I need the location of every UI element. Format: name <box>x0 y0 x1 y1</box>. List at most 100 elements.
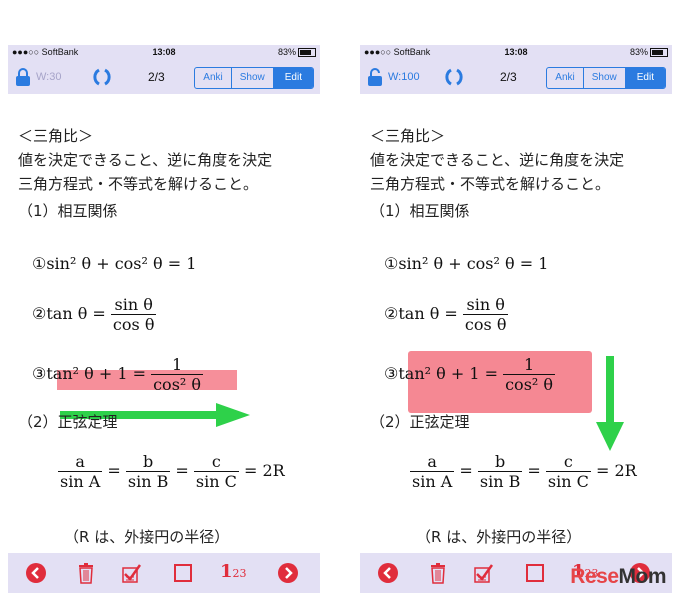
sine-law-fraction-a: a sin A <box>410 452 455 491</box>
text-line-1: 値を決定できること、逆に角度を決定 <box>370 151 625 169</box>
mode-segmented-control: Anki Show Edit <box>194 67 314 89</box>
sine-law-sinC: sin C <box>195 472 237 491</box>
formula-1: ①sin² θ + cos² θ = 1 <box>32 254 196 273</box>
battery-percent: 83% <box>629 47 648 57</box>
top-toolbar: W:30 2/3 Anki Show Edit <box>8 60 320 94</box>
right-screenshot: ●●●○○ SoftBank 13:08 83% W:100 2/3 Anki … <box>360 45 672 593</box>
show-segment[interactable]: Show <box>232 68 274 88</box>
formula-3-fraction: 1 cos² θ <box>503 355 556 394</box>
sine-law-fraction-b: b sin B <box>477 452 523 491</box>
formula-1-text: sin² θ + cos² θ = 1 <box>398 254 549 273</box>
sine-law-b: b <box>477 452 523 472</box>
sine-law-rhs: = 2R <box>243 461 285 480</box>
formula-2-lhs: tan θ = <box>398 304 458 323</box>
unlock-icon[interactable] <box>366 68 384 86</box>
show-segment[interactable]: Show <box>584 68 626 88</box>
clock: 13:08 <box>504 47 528 57</box>
heading: ＜三角比＞ <box>370 127 446 145</box>
battery-indicator: 83% <box>629 47 668 58</box>
numbering-icon[interactable]: 123 <box>220 561 247 582</box>
formula-3: ③tan² θ + 1 = 1 cos² θ <box>32 355 204 394</box>
anki-segment[interactable]: Anki <box>547 68 584 88</box>
checkbox-icon[interactable] <box>172 562 194 584</box>
formula-2: ②tan θ = sin θ cos θ <box>32 295 157 334</box>
anki-segment[interactable]: Anki <box>195 68 232 88</box>
formula-2-fraction: sin θ cos θ <box>110 295 157 334</box>
mode-segmented-control: Anki Show Edit <box>546 67 666 89</box>
text-line-1: 値を決定できること、逆に角度を決定 <box>18 151 273 169</box>
sine-law-a: a <box>58 452 103 472</box>
sync-icon[interactable] <box>92 67 112 87</box>
trash-icon[interactable] <box>75 562 97 584</box>
trash-icon[interactable] <box>427 562 449 584</box>
formula-2-denominator: cos θ <box>464 315 507 334</box>
swipe-down-arrow-icon <box>596 356 624 451</box>
sine-law-c: c <box>545 452 591 472</box>
formula-2-numerator: sin θ <box>462 295 509 315</box>
sine-law: a sin A = b sin B = c sin C = 2R <box>410 452 637 491</box>
sine-law-fraction-a: a sin A <box>58 452 103 491</box>
left-screenshot: ●●●○○ SoftBank 13:08 83% W:30 2/3 Anki S… <box>8 45 320 593</box>
note-text: （R は、外接円の半径） <box>416 528 582 546</box>
section-title-1: （1）相互関係 <box>18 202 118 220</box>
resemom-logo: ReseMom <box>570 565 666 589</box>
formula-2-fraction: sin θ cos θ <box>462 295 509 334</box>
heading: ＜三角比＞ <box>18 127 94 145</box>
sine-law-sinB: sin B <box>479 472 521 491</box>
lock-icon[interactable] <box>14 68 32 86</box>
checkbox-icon[interactable] <box>524 562 546 584</box>
word-count: W:100 <box>388 71 420 83</box>
note-content: ＜三角比＞ 値を決定できること、逆に角度を決定 三角方程式・不等式を解けること。… <box>8 94 320 553</box>
text-line-2: 三角方程式・不等式を解けること。 <box>18 175 259 193</box>
formula-2-mark: ② <box>32 304 47 323</box>
formula-1: ①sin² θ + cos² θ = 1 <box>384 254 548 273</box>
formula-1-mark: ① <box>32 254 47 273</box>
section-title-2: （2）正弦定理 <box>18 413 118 431</box>
sine-law-fraction-c: c sin C <box>545 452 591 491</box>
checklist-icon[interactable] <box>473 562 495 584</box>
formula-3: ③tan² θ + 1 = 1 cos² θ <box>384 355 556 394</box>
bottom-toolbar: 123 <box>8 553 320 593</box>
battery-indicator: 83% <box>277 47 316 58</box>
formula-3-numerator: 1 <box>151 355 204 375</box>
formula-3-denominator: cos² θ <box>153 375 202 394</box>
section-title-1: （1）相互関係 <box>370 202 470 220</box>
edit-segment[interactable]: Edit <box>625 68 665 88</box>
formula-2-numerator: sin θ <box>110 295 157 315</box>
forward-icon[interactable] <box>277 562 299 584</box>
formula-3-mark: ③ <box>32 364 47 383</box>
page-indicator: 2/3 <box>148 70 165 84</box>
formula-2-mark: ② <box>384 304 399 323</box>
sine-law-sinB: sin B <box>127 472 169 491</box>
checklist-icon[interactable] <box>121 562 143 584</box>
sync-icon[interactable] <box>444 67 464 87</box>
logo-part2: Mom <box>618 565 667 588</box>
back-icon[interactable] <box>377 562 399 584</box>
section-title-2: （2）正弦定理 <box>370 413 470 431</box>
status-bar: ●●●○○ SoftBank 13:08 83% <box>360 45 672 60</box>
sine-law-b: b <box>125 452 171 472</box>
counter-sub: 23 <box>232 567 247 580</box>
formula-1-text: sin² θ + cos² θ = 1 <box>46 254 197 273</box>
text-line-2: 三角方程式・不等式を解けること。 <box>370 175 611 193</box>
formula-3-numerator: 1 <box>503 355 556 375</box>
sine-law-rhs: = 2R <box>595 461 637 480</box>
page-indicator: 2/3 <box>500 70 517 84</box>
back-icon[interactable] <box>25 562 47 584</box>
logo-part1: Rese <box>570 565 619 588</box>
formula-3-lhs: tan² θ + 1 = <box>46 364 146 383</box>
top-toolbar: W:100 2/3 Anki Show Edit <box>360 60 672 94</box>
sine-law: a sin A = b sin B = c sin C = 2R <box>58 452 285 491</box>
status-bar: ●●●○○ SoftBank 13:08 83% <box>8 45 320 60</box>
battery-icon <box>650 48 668 58</box>
note-text: （R は、外接円の半径） <box>64 528 230 546</box>
sine-law-a: a <box>410 452 455 472</box>
formula-2-lhs: tan θ = <box>46 304 106 323</box>
counter-main: 1 <box>220 561 233 582</box>
sine-law-sinA: sin A <box>60 472 101 491</box>
edit-segment[interactable]: Edit <box>273 68 313 88</box>
formula-3-fraction: 1 cos² θ <box>151 355 204 394</box>
formula-2: ②tan θ = sin θ cos θ <box>384 295 509 334</box>
battery-percent: 83% <box>277 47 296 57</box>
formula-2-denominator: cos θ <box>112 315 155 334</box>
